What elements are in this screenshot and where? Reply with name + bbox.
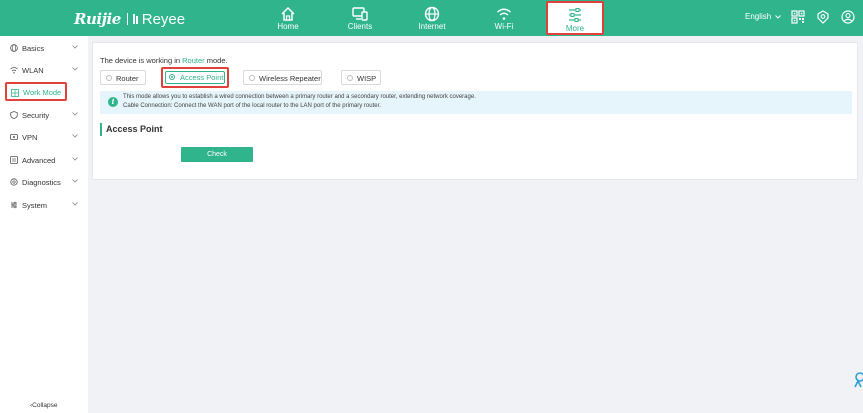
mode-option-wireless-repeater[interactable]: Wireless Repeater (243, 70, 322, 85)
info-cable-connection: Cable Connection: Connect the WAN port o… (123, 103, 381, 109)
radio-button[interactable] (249, 75, 255, 81)
sidebar-item-label: WLAN (22, 66, 44, 75)
mode-info-banner: i This mode allows you to establish a wi… (100, 91, 852, 114)
wifi-icon (497, 8, 511, 20)
logo-brand-text: Ruijie (74, 10, 121, 28)
nav-clients[interactable]: Clients (330, 0, 390, 36)
workmode-icon (11, 89, 19, 97)
sidebar-item-workmode[interactable]: Work Mode (5, 82, 67, 101)
mode-option-wisp[interactable]: WISP (341, 70, 381, 85)
sidebar-item-label: Security (22, 111, 50, 120)
sidebar-item-diagnostics[interactable]: Diagnostics (0, 171, 88, 193)
sidebar-item-label: Diagnostics (22, 178, 61, 187)
chevron-down-icon (72, 112, 78, 116)
top-navigation-bar: Ruijie Reyee Home Clients Internet Wi-Fi… (0, 0, 863, 36)
logo-sub-text: Reyee (141, 10, 186, 28)
globe-icon (424, 6, 440, 22)
mode-option-label: Wireless Repeater (259, 74, 321, 83)
logo-divider (126, 13, 128, 25)
status-prefix: The device is working in (100, 56, 181, 65)
sidebar-item-label: Advanced (22, 156, 56, 165)
info-icon: i (108, 97, 118, 107)
chevron-down-icon (72, 202, 78, 206)
system-icon (11, 201, 17, 209)
help-icon[interactable] (816, 10, 830, 24)
mode-option-label: WISP (357, 74, 377, 83)
nav-more-label: More (565, 24, 585, 33)
collapse-label: Collapse (32, 402, 58, 409)
sidebar-item-basics[interactable]: Basics (0, 37, 88, 59)
qr-code-icon[interactable] (791, 10, 805, 24)
language-label: English (745, 12, 772, 21)
sidebar-item-label: VPN (22, 133, 38, 142)
home-icon (281, 6, 295, 21)
collapse-button[interactable]: ‹Collapse (30, 402, 57, 409)
nav-wifi[interactable]: Wi-Fi (474, 0, 534, 36)
nav-internet[interactable]: Internet (402, 0, 462, 36)
status-mode: Router (182, 56, 205, 65)
diagnostics-icon (10, 178, 18, 186)
assistant-float-icon[interactable] (852, 372, 863, 388)
vpn-icon (10, 134, 18, 140)
chevron-down-icon (72, 157, 78, 161)
chevron-down-icon (72, 134, 78, 138)
sidebar-item-wlan[interactable]: WLAN (0, 59, 88, 81)
radio-button[interactable] (106, 75, 112, 81)
work-mode-card: The device is working in Router mode. Ro… (92, 42, 858, 180)
chevron-down-icon (72, 179, 78, 183)
sidebar-item-advanced[interactable]: Advanced (0, 149, 88, 171)
chevron-down-icon (72, 45, 78, 49)
radio-button[interactable] (347, 75, 353, 81)
radio-button-checked[interactable] (169, 74, 175, 80)
sliders-icon (569, 8, 581, 22)
mode-option-access-point[interactable]: Access Point (161, 67, 229, 88)
sidebar: Basics WLAN Work Mode Security VPN Advan… (0, 36, 88, 413)
status-suffix: mode. (206, 56, 228, 65)
sidebar-item-security[interactable]: Security (0, 104, 88, 126)
sidebar-item-system[interactable]: System (0, 194, 88, 216)
sidebar-item-vpn[interactable]: VPN (0, 126, 88, 148)
nav-home-label: Home (277, 22, 299, 31)
check-button[interactable]: Check (181, 147, 253, 162)
sidebar-item-label: Work Mode (23, 88, 62, 97)
mode-option-router[interactable]: Router (100, 70, 146, 85)
user-icon[interactable] (841, 10, 855, 24)
chevron-down-icon (775, 15, 782, 19)
current-mode-status: The device is working in Router mode. (100, 56, 228, 65)
language-selector[interactable]: English (745, 12, 782, 21)
chevron-down-icon (72, 67, 78, 71)
clients-icon (352, 7, 368, 21)
ruijie-reyee-logo: Ruijie Reyee (74, 10, 185, 28)
sidebar-item-label: System (22, 201, 48, 210)
nav-more[interactable]: More (546, 1, 604, 35)
nav-home[interactable]: Home (258, 0, 318, 36)
shield-icon (10, 111, 18, 119)
nav-internet-label: Internet (418, 22, 446, 31)
nav-wifi-label: Wi-Fi (494, 22, 514, 31)
mode-option-label: Router (116, 74, 139, 83)
sidebar-item-label: Basics (22, 44, 45, 53)
nav-clients-label: Clients (347, 22, 373, 31)
advanced-icon (10, 156, 18, 164)
wifi-icon (10, 67, 18, 74)
section-title: Access Point (100, 123, 163, 136)
info-description: This mode allows you to establish a wire… (123, 94, 476, 100)
reyee-mark-icon (132, 14, 138, 24)
mode-option-label: Access Point (180, 73, 224, 82)
globe-icon (10, 44, 18, 52)
